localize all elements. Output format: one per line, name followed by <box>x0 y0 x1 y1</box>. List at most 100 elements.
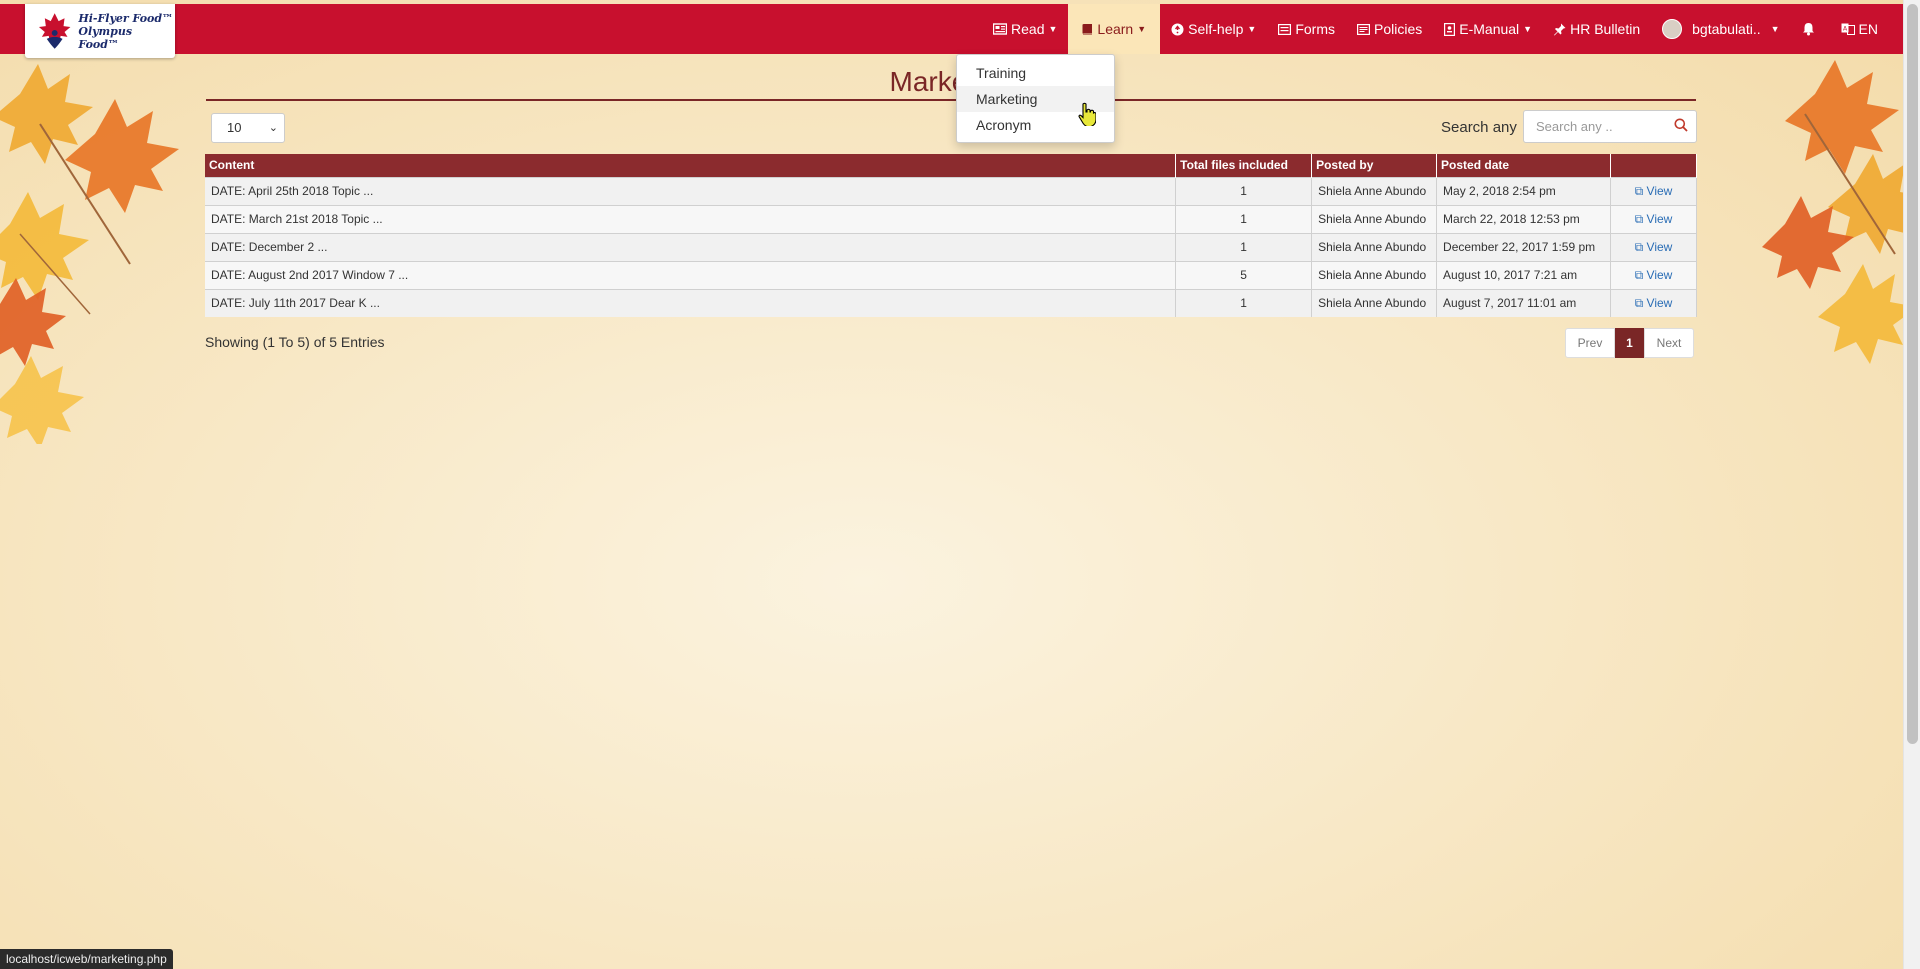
next-page-button[interactable]: Next <box>1644 328 1694 358</box>
avatar <box>1662 19 1683 39</box>
notifications-button[interactable] <box>1791 4 1830 54</box>
cell-action: ⧉ View <box>1610 288 1697 317</box>
view-link[interactable]: ⧉ View <box>1635 184 1673 198</box>
cell-content: DATE: December 2 ... <box>205 232 1177 261</box>
marketing-table: Content Total files included Posted by P… <box>205 154 1697 317</box>
caret-down-icon: ▼ <box>1137 24 1147 34</box>
cell-content: DATE: April 25th 2018 Topic ... <box>205 176 1177 205</box>
table-row: DATE: July 11th 2017 Dear K ... 1 Shiela… <box>205 288 1697 317</box>
bell-icon <box>1802 22 1815 36</box>
table-row: DATE: December 2 ... 1 Shiela Anne Abund… <box>205 232 1697 261</box>
table-row: DATE: August 2nd 2017 Window 7 ... 5 Shi… <box>205 260 1697 289</box>
pagination: Prev 1 Next <box>1565 328 1694 358</box>
brand-logo[interactable]: Hi-Flyer Food™ Olympus Food™ <box>25 4 175 58</box>
nav-policies[interactable]: Policies <box>1346 4 1433 54</box>
external-link-icon: ⧉ <box>1634 295 1647 310</box>
top-navbar: Hi-Flyer Food™ Olympus Food™ Read ▼ Lear… <box>0 4 1903 58</box>
page-length-value: 10 <box>227 120 242 135</box>
nav-read[interactable]: Read ▼ <box>982 4 1068 54</box>
external-link-icon: ⧉ <box>1634 267 1647 282</box>
caret-down-icon: ▼ <box>1247 24 1257 34</box>
external-link-icon: ⧉ <box>1634 211 1647 226</box>
view-link-label: View <box>1646 295 1673 310</box>
nav-language-label: EN <box>1858 21 1878 37</box>
nav-language[interactable]: A EN <box>1830 4 1889 54</box>
nav-self-help-label: Self-help <box>1188 21 1244 37</box>
table-header-row: Content Total files included Posted by P… <box>205 154 1697 177</box>
nav-learn[interactable]: Learn ▼ <box>1068 4 1161 54</box>
cell-files: 5 <box>1175 260 1313 289</box>
cell-files: 1 <box>1175 176 1313 205</box>
nav-user-label: bgtabulati.. <box>1692 21 1761 37</box>
menu-item-training[interactable]: Training <box>957 60 1114 86</box>
cell-posted-by: Shiela Anne Abundo <box>1311 232 1438 261</box>
browser-status-bar: localhost/icweb/marketing.php <box>0 949 173 969</box>
cell-posted-date: December 22, 2017 1:59 pm <box>1436 232 1611 261</box>
scrollbar-thumb[interactable] <box>1907 4 1918 744</box>
cell-posted-by: Shiela Anne Abundo <box>1311 260 1438 289</box>
search-label: Search any <box>1441 119 1517 136</box>
nav-hr-bulletin-label: HR Bulletin <box>1570 21 1641 37</box>
cell-posted-date: August 10, 2017 7:21 am <box>1436 260 1611 289</box>
hand-cursor-icon <box>1078 102 1096 126</box>
view-link[interactable]: ⧉ View <box>1635 268 1673 282</box>
nav-user-menu[interactable]: bgtabulati.. ▼ <box>1651 4 1790 54</box>
cell-content: DATE: March 21st 2018 Topic ... <box>205 204 1177 233</box>
maple-leaf-decoration-right <box>1762 60 1903 364</box>
external-link-icon: ⧉ <box>1634 239 1647 254</box>
form-icon <box>1278 23 1292 35</box>
view-link[interactable]: ⧉ View <box>1635 240 1673 254</box>
caret-down-icon: ▼ <box>1048 24 1058 34</box>
cell-files: 1 <box>1175 204 1313 233</box>
cell-action: ⧉ View <box>1610 260 1697 289</box>
nav-e-manual[interactable]: E-Manual ▼ <box>1433 4 1543 54</box>
nav-forms[interactable]: Forms <box>1267 4 1346 54</box>
cell-action: ⧉ View <box>1610 232 1697 261</box>
cell-content: DATE: July 11th 2017 Dear K ... <box>205 288 1177 317</box>
cell-posted-by: Shiela Anne Abundo <box>1311 204 1438 233</box>
cell-content: DATE: August 2nd 2017 Window 7 ... <box>205 260 1177 289</box>
table-row: DATE: March 21st 2018 Topic ... 1 Shiela… <box>205 204 1697 233</box>
maple-leaf-decoration-left <box>0 64 179 444</box>
cell-files: 1 <box>1175 288 1313 317</box>
document-icon <box>1357 23 1370 35</box>
manual-book-icon <box>1444 22 1456 36</box>
prev-page-button[interactable]: Prev <box>1565 328 1615 358</box>
cell-action: ⧉ View <box>1610 176 1697 205</box>
search-icon[interactable] <box>1674 118 1688 135</box>
nav-policies-label: Policies <box>1374 21 1423 37</box>
cell-posted-date: May 2, 2018 2:54 pm <box>1436 176 1611 205</box>
view-link[interactable]: ⧉ View <box>1635 296 1673 310</box>
maple-leaf-logo-icon <box>38 13 71 49</box>
cell-posted-date: March 22, 2018 12:53 pm <box>1436 204 1611 233</box>
pin-icon <box>1554 23 1566 36</box>
vertical-scrollbar[interactable] <box>1903 0 1920 969</box>
external-link-icon: ⧉ <box>1634 183 1647 198</box>
nav-self-help[interactable]: Self-help ▼ <box>1160 4 1267 54</box>
view-link-label: View <box>1646 239 1673 254</box>
page-length-select[interactable]: 10 ⌄ <box>211 113 285 143</box>
learn-dropdown-menu: Training Marketing Acronym <box>956 54 1115 143</box>
search-box <box>1523 110 1697 143</box>
nav-e-manual-label: E-Manual <box>1459 21 1520 37</box>
brand-line-2: Olympus Food™ <box>78 24 133 51</box>
current-page-button[interactable]: 1 <box>1615 328 1644 358</box>
caret-down-icon: ▼ <box>1523 24 1533 34</box>
view-link-label: View <box>1646 183 1673 198</box>
help-circle-icon <box>1171 23 1184 36</box>
column-header-content[interactable]: Content <box>205 154 1177 177</box>
cell-posted-by: Shiela Anne Abundo <box>1311 176 1438 205</box>
brand-line-1: Hi-Flyer Food™ <box>78 11 174 25</box>
view-link[interactable]: ⧉ View <box>1635 212 1673 226</box>
nav-hr-bulletin[interactable]: HR Bulletin <box>1543 4 1651 54</box>
search-input[interactable] <box>1524 111 1664 142</box>
column-header-posted-by[interactable]: Posted by <box>1311 154 1438 177</box>
nav-forms-label: Forms <box>1295 21 1335 37</box>
table-row: DATE: April 25th 2018 Topic ... 1 Shiela… <box>205 176 1697 205</box>
view-link-label: View <box>1646 211 1673 226</box>
cell-posted-by: Shiela Anne Abundo <box>1311 288 1438 317</box>
column-header-total-files[interactable]: Total files included <box>1175 154 1313 177</box>
view-link-label: View <box>1646 267 1673 282</box>
column-header-posted-date[interactable]: Posted date <box>1436 154 1611 177</box>
title-divider <box>206 99 1696 101</box>
